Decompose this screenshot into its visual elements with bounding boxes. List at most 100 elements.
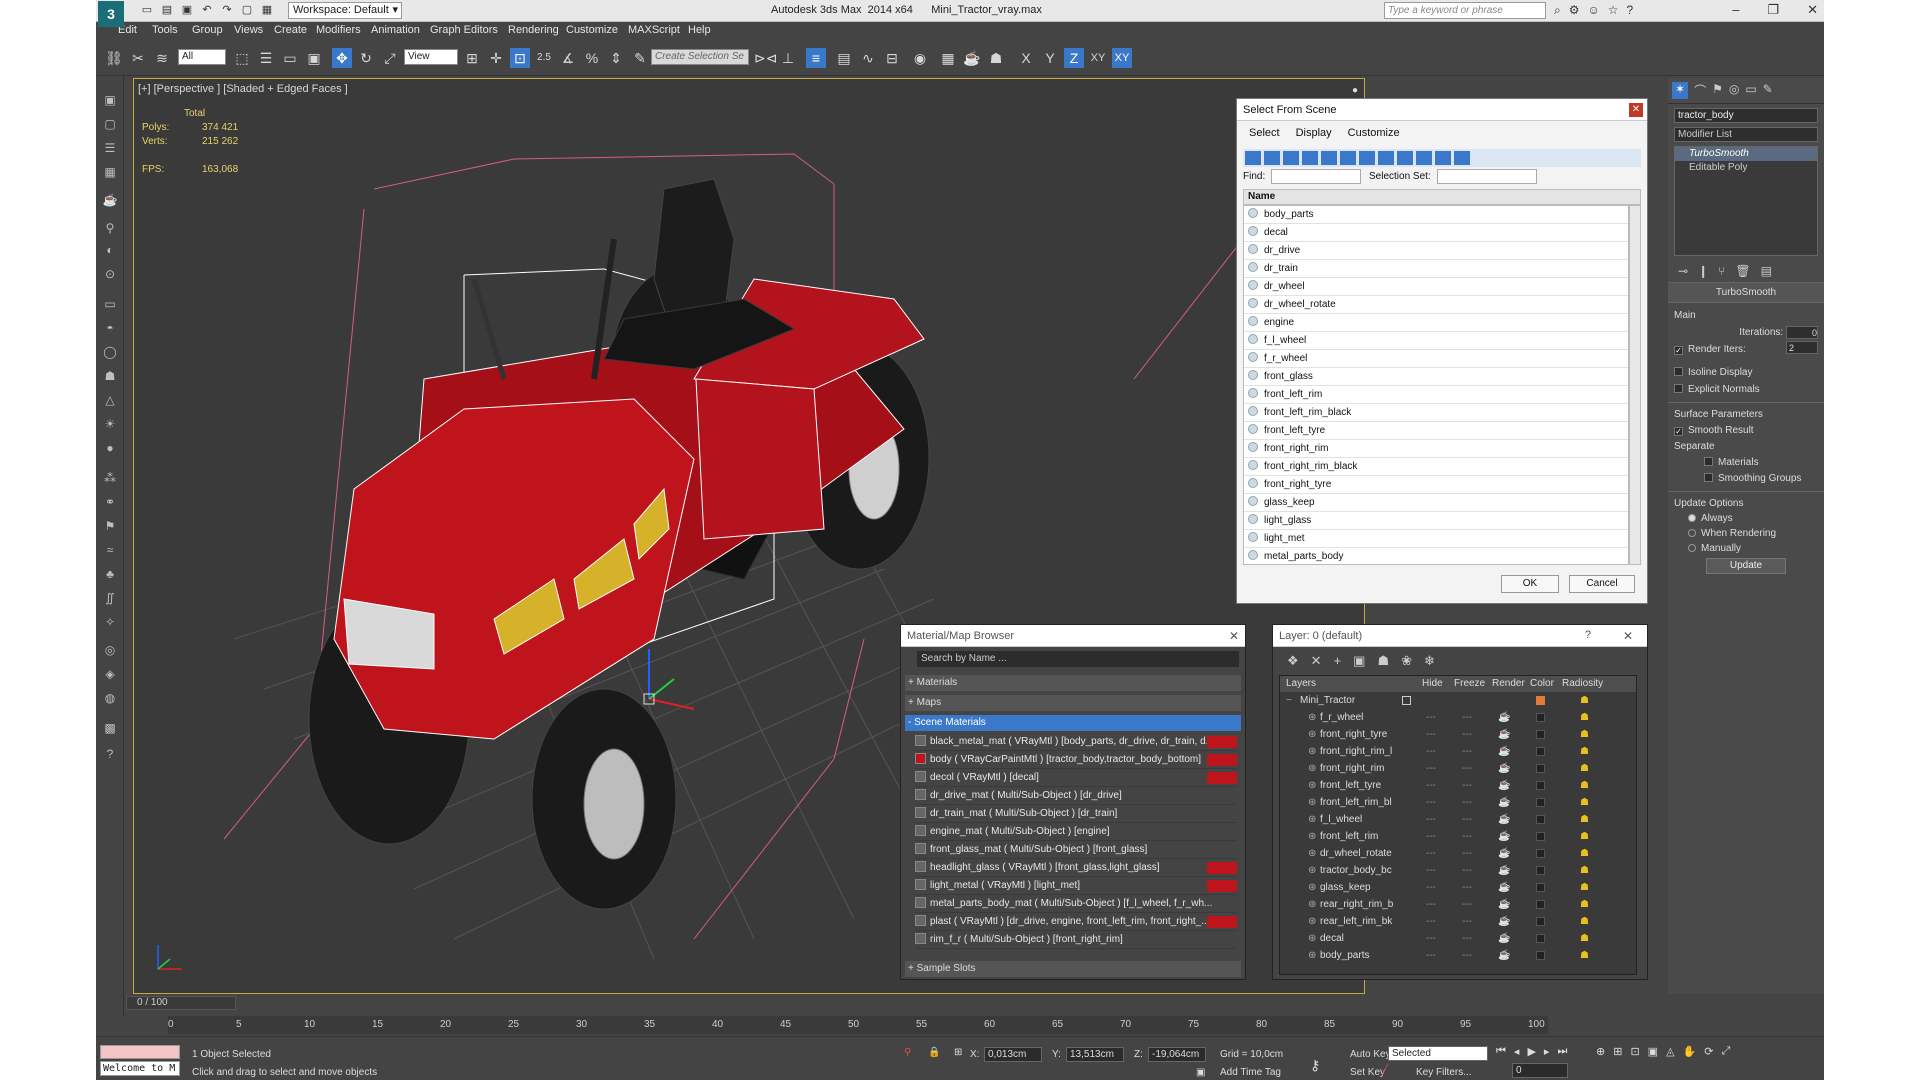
maxscript-listener[interactable]	[100, 1045, 180, 1059]
hide-toggle[interactable]: ---	[1426, 777, 1436, 794]
layer-object-row[interactable]: ⊛ tractor_body_bc --- --- ☕ ☗	[1280, 862, 1636, 879]
radiosity-icon[interactable]: ☗	[1580, 794, 1589, 811]
app-logo-icon[interactable]: 3	[98, 1, 124, 27]
create-layer-icon[interactable]: ❖	[1287, 653, 1299, 669]
radiosity-icon[interactable]: ☗	[1580, 726, 1589, 743]
viewport-label[interactable]: [+] [Perspective ] [Shaded + Edged Faces…	[138, 83, 348, 95]
remove-modifier-icon[interactable]: 🗑	[1735, 264, 1750, 278]
project-folder-icon[interactable]: ▦	[260, 3, 274, 17]
close-icon[interactable]: ✕	[1629, 103, 1643, 117]
scene-object-row[interactable]: light_glass	[1244, 512, 1628, 530]
render-teapot-icon[interactable]: ☕	[1498, 709, 1510, 726]
render-teapot-icon[interactable]: ☕	[1498, 726, 1510, 743]
key-filters-button[interactable]: Key Filters...	[1416, 1067, 1472, 1078]
undo-icon[interactable]: ↶	[200, 3, 214, 17]
rect-region-icon[interactable]: ▭	[280, 48, 300, 68]
layer-object-row[interactable]: ⊛ f_r_wheel --- --- ☕ ☗	[1280, 709, 1636, 726]
layer-object-row[interactable]: ⊛ front_right_tyre --- --- ☕ ☗	[1280, 726, 1636, 743]
render-setup-icon[interactable]: ▦	[938, 48, 958, 68]
selection-filter-dropdown[interactable]: All	[178, 49, 226, 65]
turbosmooth-rollout[interactable]: TurboSmooth	[1668, 282, 1824, 302]
render-teapot-icon[interactable]: ☕	[1498, 743, 1510, 760]
scene-object-row[interactable]: front_right_tyre	[1244, 476, 1628, 494]
explicit-normals-checkbox[interactable]	[1674, 384, 1683, 393]
menu-tools[interactable]: Tools	[152, 24, 178, 36]
list-icon[interactable]: ☰	[102, 140, 118, 156]
edit-named-sets-icon[interactable]: ✎	[630, 48, 650, 68]
render-teapot-icon[interactable]: ☕	[1498, 828, 1510, 845]
menu-graph-editors[interactable]: Graph Editors	[430, 24, 498, 36]
material-row[interactable]: metal_parts_body_mat ( Multi/Sub-Object …	[915, 895, 1237, 913]
filter-helpers-icon[interactable]	[1321, 151, 1337, 165]
track-bar[interactable]: 0 5 10 15 20 25 30 35 40 45 50 55 60 65 70 75 80 85 90 95 10…	[168, 1016, 1548, 1034]
color-swatch[interactable]	[1536, 849, 1545, 858]
filter-geometry-icon[interactable]	[1245, 151, 1261, 165]
filter-lights-icon[interactable]	[1283, 151, 1299, 165]
window-crossing-icon[interactable]: ▣	[304, 48, 324, 68]
menu-animation[interactable]: Animation	[371, 24, 420, 36]
layer-object-row[interactable]: ⊛ front_right_rim_l --- --- ☕ ☗	[1280, 743, 1636, 760]
menu-help[interactable]: Help	[688, 24, 711, 36]
minimize-icon[interactable]: –	[1732, 2, 1739, 18]
save-icon[interactable]: ▣	[180, 3, 194, 17]
axis-xy-button[interactable]: XY	[1088, 48, 1108, 68]
when-rendering-radio[interactable]	[1688, 529, 1696, 537]
z-coord-field[interactable]: -19,064cm	[1148, 1047, 1206, 1062]
render-teapot-icon[interactable]: ☕	[1498, 811, 1510, 828]
scene-object-row[interactable]: f_l_wheel	[1244, 332, 1628, 350]
select-manipulate-icon[interactable]: ✛	[486, 48, 506, 68]
freeze-toggle[interactable]: ---	[1462, 896, 1472, 913]
hide-toggle[interactable]: ---	[1426, 879, 1436, 896]
layer-manager-icon[interactable]: ≡	[806, 48, 826, 68]
col-hide[interactable]: Hide	[1422, 676, 1443, 692]
hide-toggle[interactable]: ---	[1426, 794, 1436, 811]
scene-object-row[interactable]: decal	[1244, 224, 1628, 242]
zoom-extents-all-icon[interactable]: ▣	[1648, 1045, 1658, 1058]
transform-mode-icon[interactable]: ⊞	[954, 1047, 962, 1058]
freeze-toggle[interactable]: ---	[1462, 760, 1472, 777]
menu-group[interactable]: Group	[192, 24, 223, 36]
menu-rendering[interactable]: Rendering	[508, 24, 559, 36]
orbit-icon[interactable]: ⟳	[1704, 1045, 1713, 1058]
add-time-tag-button[interactable]: Add Time Tag	[1220, 1067, 1281, 1078]
help-icon[interactable]: ?	[1627, 3, 1634, 18]
viewport-lock-icon[interactable]: ●	[1352, 85, 1358, 96]
scene-object-row[interactable]: front_left_rim	[1244, 386, 1628, 404]
next-frame-icon[interactable]: ▸	[1544, 1045, 1550, 1058]
scene-object-row[interactable]: f_r_wheel	[1244, 350, 1628, 368]
radiosity-icon[interactable]: ☗	[1580, 760, 1589, 777]
go-to-end-icon[interactable]: ⏭	[1557, 1045, 1567, 1058]
render-iters-spinner[interactable]: 2	[1786, 341, 1818, 354]
axis-xy-cycle-button[interactable]: XY	[1112, 48, 1132, 68]
render-teapot-icon[interactable]: ☕	[1498, 862, 1510, 879]
menu-customize[interactable]: Customize	[566, 24, 618, 36]
layer-object-row[interactable]: ⊛ body_parts --- --- ☕ ☗	[1280, 947, 1636, 964]
select-move-icon[interactable]: ✥	[332, 48, 352, 68]
filter-containers-icon[interactable]	[1416, 151, 1432, 165]
help-circle-icon[interactable]: ?	[102, 746, 118, 762]
bones-icon[interactable]: ⚑	[102, 518, 118, 534]
filter-shapes-icon[interactable]	[1264, 151, 1280, 165]
layer-root-row[interactable]: − Mini_Tractor ☗	[1280, 692, 1636, 709]
material-row[interactable]: light_metal ( VRayMtl ) [light_met]	[915, 877, 1237, 895]
color-swatch[interactable]	[1536, 781, 1545, 790]
scale-icon[interactable]: ⤢	[380, 48, 400, 68]
layer-object-row[interactable]: ⊛ rear_right_rim_b --- --- ☕ ☗	[1280, 896, 1636, 913]
scene-object-row[interactable]: front_left_rim_black	[1244, 404, 1628, 422]
color-swatch[interactable]	[1536, 917, 1545, 926]
cone-icon[interactable]: △	[102, 392, 118, 408]
layer-object-row[interactable]: ⊛ dr_wheel_rotate --- --- ☕ ☗	[1280, 845, 1636, 862]
zoom-all-icon[interactable]: ⊞	[1613, 1045, 1622, 1058]
color-swatch[interactable]	[1536, 713, 1545, 722]
material-row[interactable]: front_glass_mat ( Multi/Sub-Object ) [fr…	[915, 841, 1237, 859]
menu-views[interactable]: Views	[234, 24, 263, 36]
color-swatch[interactable]	[1536, 866, 1545, 875]
freeze-toggle[interactable]: ---	[1462, 777, 1472, 794]
radiosity-icon[interactable]: ☗	[1580, 913, 1589, 930]
render-teapot-icon[interactable]: ☕	[1498, 777, 1510, 794]
filter-bones-icon[interactable]	[1397, 151, 1413, 165]
color-swatch[interactable]	[1536, 883, 1545, 892]
render-teapot-icon[interactable]: ☕	[1498, 794, 1510, 811]
selection-lock-icon[interactable]: 🔒	[928, 1047, 940, 1058]
maximize-viewport-icon[interactable]: ⤢	[1721, 1045, 1730, 1058]
